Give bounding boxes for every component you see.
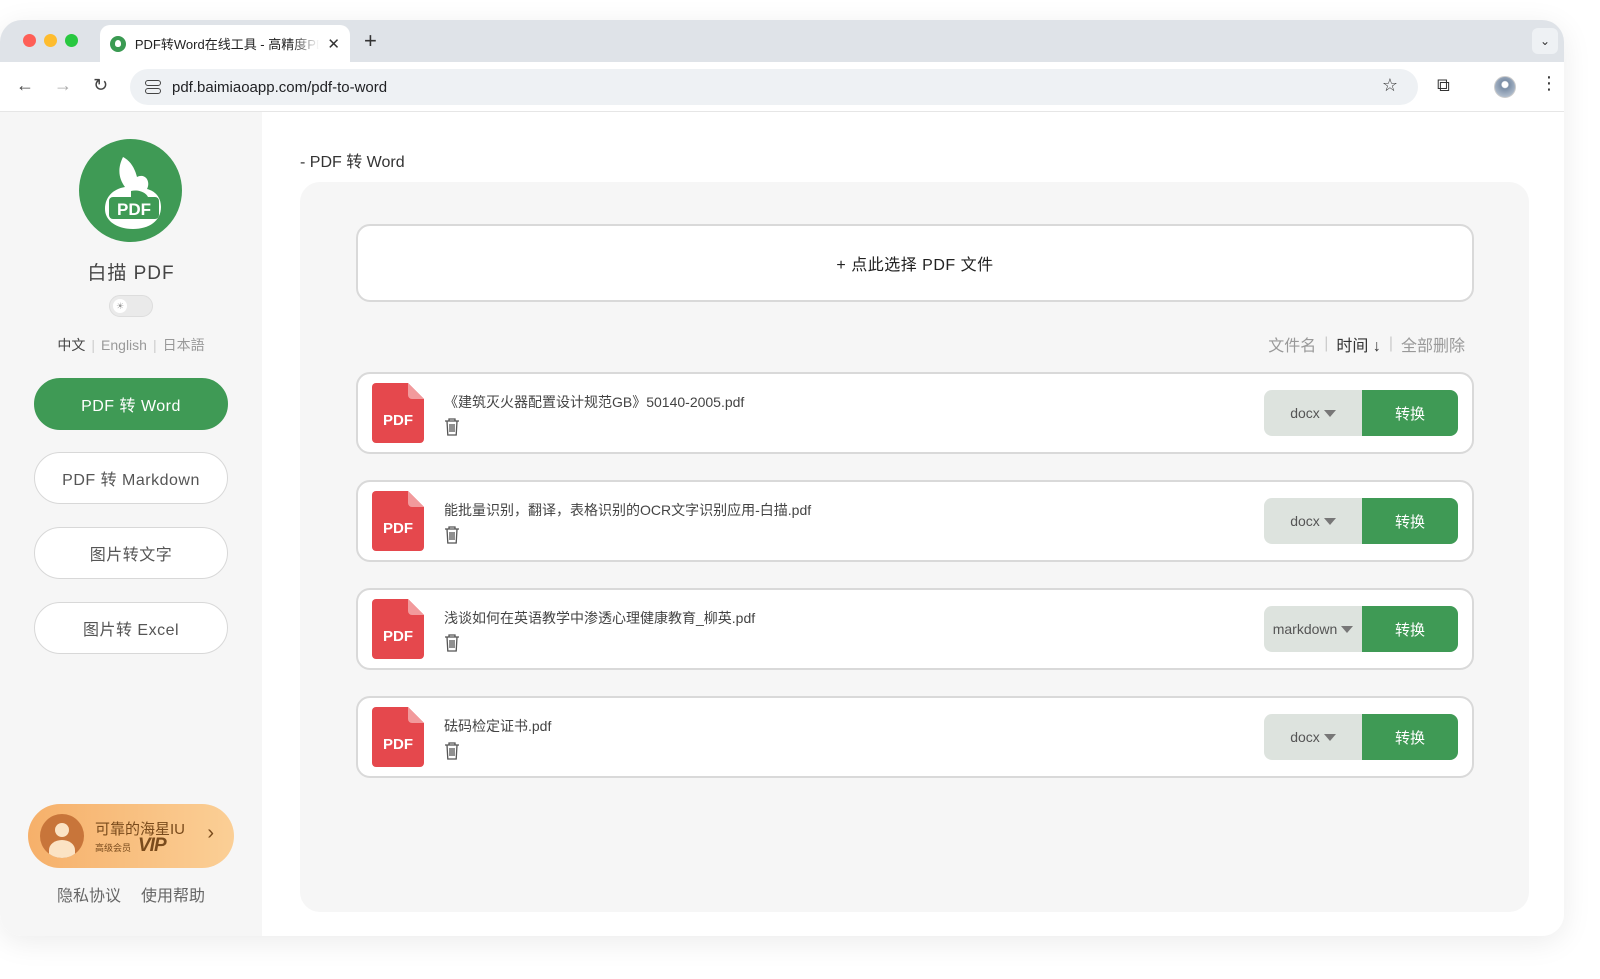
- trash-icon[interactable]: [444, 526, 460, 544]
- forward-arrow-icon[interactable]: →: [54, 75, 72, 96]
- select-pdf-button[interactable]: + 点此选择 PDF 文件: [356, 224, 1474, 302]
- sidebar: PDF 白描 PDF ☀ 中文 | English | 日本語 PDF 转 Word P…: [0, 112, 262, 936]
- format-select[interactable]: docx: [1264, 714, 1362, 760]
- sun-icon: ☀: [113, 299, 127, 313]
- pdf-file-icon: PDF: [372, 383, 424, 443]
- format-value: docx: [1290, 513, 1320, 529]
- active-tab[interactable]: PDF转Word在线工具 - 高精度PDF转Word ✕: [100, 25, 350, 62]
- file-card-4: PDF 砝码检定证书.pdf docx 转换: [356, 696, 1474, 778]
- new-tab-button[interactable]: +: [364, 28, 377, 54]
- svg-text:PDF: PDF: [383, 520, 413, 537]
- browser-toolbar: ← → ↻ pdf.baimiaoapp.com/pdf-to-word ☆ ⧉…: [0, 62, 1564, 112]
- format-select[interactable]: docx: [1264, 390, 1362, 436]
- trash-icon[interactable]: [444, 634, 460, 652]
- convert-button[interactable]: 转换: [1362, 606, 1458, 652]
- sort-by-time[interactable]: 时间 ↓: [1336, 332, 1380, 356]
- language-switcher: 中文 | English | 日本語: [57, 337, 205, 353]
- user-level: 高级会员: [95, 843, 132, 853]
- minimize-window-button[interactable]: [44, 34, 57, 47]
- squirrel-logo-icon: PDF: [105, 157, 161, 229]
- profile-avatar[interactable]: [1494, 76, 1516, 98]
- chevron-right-icon: ›: [207, 822, 214, 844]
- pdf-file-icon: PDF: [372, 707, 424, 767]
- convert-button[interactable]: 转换: [1362, 498, 1458, 544]
- extensions-icon[interactable]: ⧉: [1437, 75, 1450, 96]
- url-text[interactable]: pdf.baimiaoapp.com/pdf-to-word: [172, 79, 387, 96]
- trash-icon[interactable]: [444, 742, 460, 760]
- reload-icon[interactable]: ↻: [93, 75, 108, 96]
- lang-en[interactable]: English: [101, 337, 147, 353]
- format-value: markdown: [1272, 621, 1338, 637]
- sort-by-name[interactable]: 文件名: [1268, 332, 1316, 356]
- privacy-link[interactable]: 隐私协议: [57, 888, 121, 905]
- lang-ja[interactable]: 日本語: [163, 337, 205, 353]
- back-arrow-icon[interactable]: ←: [16, 75, 34, 96]
- brand-name: 白描 PDF: [87, 263, 175, 284]
- user-vip-card[interactable]: 可靠的海星IU 高级会员 VIP ›: [28, 804, 234, 868]
- convert-button[interactable]: 转换: [1362, 390, 1458, 436]
- svg-text:PDF: PDF: [383, 412, 413, 429]
- page-content: PDF 白描 PDF ☀ 中文 | English | 日本語 PDF 转 Word P…: [0, 112, 1564, 936]
- tab-title: PDF转Word在线工具 - 高精度PDF转Word: [134, 37, 320, 52]
- nav-image-to-excel[interactable]: 图片转 Excel: [34, 602, 228, 654]
- format-select[interactable]: markdown: [1264, 606, 1362, 652]
- sort-bar: 文件名 | 时间 ↓ | 全部删除: [1268, 332, 1465, 356]
- file-card-2: PDF 能批量识别，翻译，表格识别的OCR文字识别应用-白描.pdf docx …: [356, 480, 1474, 562]
- lang-zh[interactable]: 中文: [57, 337, 85, 353]
- file-name: 《建筑灭火器配置设计规范GB》50140-2005.pdf: [444, 394, 745, 410]
- nav-image-to-text[interactable]: 图片转文字: [34, 527, 228, 579]
- page-title: - PDF 转 Word: [300, 154, 405, 171]
- format-value: docx: [1290, 729, 1320, 745]
- browser-menu-icon[interactable]: ⋮: [1540, 73, 1558, 94]
- help-link[interactable]: 使用帮助: [141, 888, 205, 905]
- app-logo[interactable]: PDF: [79, 139, 182, 242]
- site-settings-icon[interactable]: [144, 79, 161, 95]
- trash-icon[interactable]: [444, 418, 460, 436]
- bookmark-star-icon[interactable]: ☆: [1382, 75, 1398, 96]
- vip-badge: VIP: [138, 835, 167, 856]
- tab-close-icon[interactable]: ✕: [327, 35, 340, 53]
- caret-down-icon: [1323, 733, 1336, 741]
- site-favicon-icon: [110, 35, 126, 52]
- caret-down-icon: [1323, 517, 1336, 525]
- browser-window: PDF转Word在线工具 - 高精度PDF转Word ✕ + ⌄ ← → ↻ p…: [0, 20, 1564, 936]
- caret-down-icon: [1323, 409, 1336, 417]
- tab-search-button[interactable]: ⌄: [1532, 28, 1558, 54]
- delete-all-button[interactable]: 全部删除: [1401, 332, 1465, 356]
- nav-pdf-to-word[interactable]: PDF 转 Word: [34, 378, 228, 430]
- file-name: 浅谈如何在英语教学中渗透心理健康教育_柳英.pdf: [444, 610, 756, 626]
- file-name: 砝码检定证书.pdf: [444, 718, 552, 734]
- theme-toggle[interactable]: ☀: [109, 295, 153, 317]
- svg-text:PDF: PDF: [383, 628, 413, 645]
- nav-pdf-to-markdown[interactable]: PDF 转 Markdown: [34, 452, 228, 504]
- caret-down-icon: [1341, 625, 1354, 633]
- address-bar[interactable]: pdf.baimiaoapp.com/pdf-to-word ☆: [130, 69, 1418, 105]
- file-card-1: PDF 《建筑灭火器配置设计规范GB》50140-2005.pdf docx 转…: [356, 372, 1474, 454]
- sidebar-footer: 隐私协议 使用帮助: [0, 882, 262, 906]
- svg-text:PDF: PDF: [383, 736, 413, 753]
- user-avatar-icon: [40, 814, 84, 858]
- file-name: 能批量识别，翻译，表格识别的OCR文字识别应用-白描.pdf: [444, 502, 812, 518]
- pdf-file-icon: PDF: [372, 599, 424, 659]
- file-card-3: PDF 浅谈如何在英语教学中渗透心理健康教育_柳英.pdf markdown 转…: [356, 588, 1474, 670]
- convert-button[interactable]: 转换: [1362, 714, 1458, 760]
- format-select[interactable]: docx: [1264, 498, 1362, 544]
- main-panel: + 点此选择 PDF 文件 文件名 | 时间 ↓ | 全部删除 PDF 《建筑灭…: [300, 182, 1529, 912]
- logo-text: PDF: [117, 200, 151, 219]
- tab-bar: PDF转Word在线工具 - 高精度PDF转Word ✕ + ⌄: [0, 20, 1564, 62]
- close-window-button[interactable]: [23, 34, 36, 47]
- format-value: docx: [1290, 405, 1320, 421]
- pdf-file-icon: PDF: [372, 491, 424, 551]
- maximize-window-button[interactable]: [65, 34, 78, 47]
